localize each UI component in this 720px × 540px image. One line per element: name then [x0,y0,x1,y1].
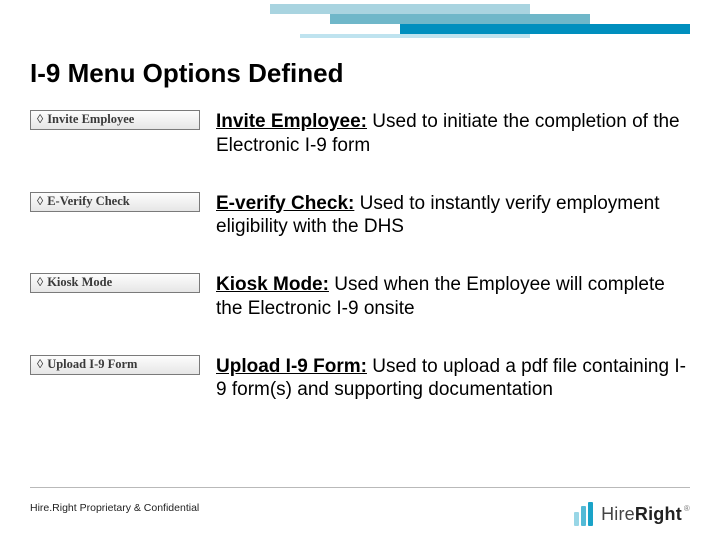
slide: I-9 Menu Options Defined ◊ Invite Employ… [0,0,720,540]
definition-lead: Upload I-9 Form: [216,356,367,377]
menu-button-kiosk-mode[interactable]: ◊ Kiosk Mode [30,273,200,293]
chevron-icon: ◊ [37,358,43,371]
chevron-icon: ◊ [37,113,43,126]
definition-row: ◊ E-Verify Check E-verify Check: Used to… [30,192,690,240]
chevron-icon: ◊ [37,195,43,208]
definition-list: ◊ Invite Employee Invite Employee: Used … [30,110,690,436]
menu-button-label: Kiosk Mode [47,276,112,289]
brand-logo: HireRight® [574,502,690,526]
footer-divider [30,487,690,488]
brand-name: HireRight® [601,504,690,525]
definition-text: E-verify Check: Used to instantly verify… [216,192,686,240]
brand-left: Hire [601,504,635,524]
definition-row: ◊ Kiosk Mode Kiosk Mode: Used when the E… [30,273,690,321]
definition-text: Invite Employee: Used to initiate the co… [216,110,686,158]
decorative-top-bars [270,0,690,46]
menu-button-label: Upload I-9 Form [47,358,137,371]
definition-lead: E-verify Check: [216,193,354,214]
definition-row: ◊ Invite Employee Invite Employee: Used … [30,110,690,158]
definition-text: Kiosk Mode: Used when the Employee will … [216,273,686,321]
footer-text: Hire.Right Proprietary & Confidential [30,502,199,514]
definition-lead: Kiosk Mode: [216,274,329,295]
brand-mark-icon [574,502,595,526]
menu-button-upload-i9-form[interactable]: ◊ Upload I-9 Form [30,355,200,375]
chevron-icon: ◊ [37,276,43,289]
menu-button-label: E-Verify Check [47,195,130,208]
menu-button-e-verify-check[interactable]: ◊ E-Verify Check [30,192,200,212]
registered-icon: ® [684,504,690,513]
definition-row: ◊ Upload I-9 Form Upload I-9 Form: Used … [30,355,690,403]
menu-button-label: Invite Employee [47,113,134,126]
brand-right: Right [635,504,682,524]
page-title: I-9 Menu Options Defined [30,58,343,89]
definition-lead: Invite Employee: [216,111,367,132]
definition-text: Upload I-9 Form: Used to upload a pdf fi… [216,355,686,403]
menu-button-invite-employee[interactable]: ◊ Invite Employee [30,110,200,130]
